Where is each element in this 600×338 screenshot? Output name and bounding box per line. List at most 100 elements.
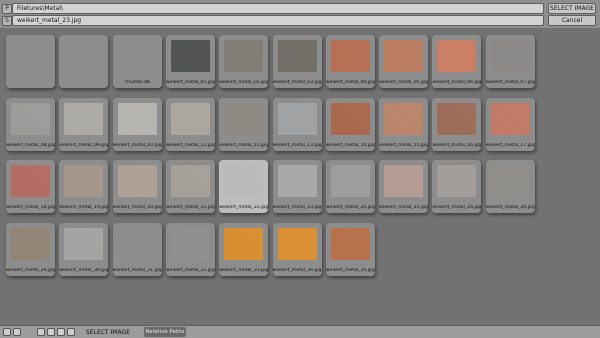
thumbnail-label: weikert_metal_30.jpg bbox=[59, 267, 109, 273]
thumbnail-label: weikert_metal_23.jpg bbox=[272, 205, 322, 210]
image-thumbnail-tile[interactable]: weikert_metal_29.jpg bbox=[6, 222, 55, 276]
image-thumbnail-tile[interactable]: weikert_metal_22.jpg bbox=[219, 160, 269, 213]
thumbnail-image bbox=[330, 40, 370, 72]
image-thumbnail-tile[interactable]: weikert_metal_23.jpg bbox=[272, 160, 322, 213]
thumbnail-label: weikert_metal_08.jpg bbox=[6, 142, 55, 148]
thumbnail-image bbox=[490, 102, 530, 135]
image-thumbnail-tile[interactable]: weikert_metal_31.jpg bbox=[112, 222, 162, 276]
thumbnail-label: weikert_metal_31.jpg bbox=[112, 267, 162, 273]
view-list-icon[interactable] bbox=[37, 328, 45, 336]
thumbnail-image bbox=[277, 227, 317, 260]
relative-paths-toggle[interactable]: Relative Paths bbox=[144, 327, 186, 337]
image-thumbnail-tile[interactable]: weikert_metal_09.jpg bbox=[59, 97, 109, 151]
directory-field[interactable]: Filetures\Metal\ bbox=[12, 3, 544, 14]
thumbnail-image bbox=[170, 102, 210, 135]
thumbnail-image bbox=[64, 165, 104, 197]
thumbnail-image bbox=[490, 165, 530, 197]
thumbnail-image bbox=[437, 165, 477, 197]
image-thumbnail-tile[interactable]: weikert_metal_28.jpg bbox=[485, 160, 535, 213]
thumbnail-label: weikert_metal_24.jpg bbox=[325, 205, 375, 210]
image-thumbnail-tile[interactable]: weikert_metal_17.jpg bbox=[485, 97, 535, 151]
thumbnail-label: weikert_metal_20.jpg bbox=[112, 205, 162, 210]
thumbnail-image bbox=[170, 165, 210, 197]
image-thumbnail-tile[interactable]: weikert_metal_11.jpg bbox=[165, 97, 215, 151]
image-thumbnail-tile[interactable]: weikert_metal_34.jpg bbox=[272, 222, 322, 276]
thumbnail-image bbox=[277, 40, 317, 72]
thumbnail-label: weikert_metal_11.jpg bbox=[165, 142, 215, 148]
thumbnail-image bbox=[117, 227, 157, 260]
folder-tile[interactable] bbox=[6, 35, 55, 88]
image-thumbnail-tile[interactable]: weikert_metal_18.jpg bbox=[6, 160, 55, 213]
thumbnail-image bbox=[170, 227, 210, 260]
thumbnail-label: weikert_metal_17.jpg bbox=[485, 142, 535, 148]
thumbnail-image bbox=[11, 165, 50, 197]
thumbnail-label: weikert_metal_04.jpg bbox=[325, 80, 375, 85]
thumbnail-label: weikert_metal_33.jpg bbox=[219, 267, 269, 273]
image-thumbnail-tile[interactable]: weikert_metal_30.jpg bbox=[59, 222, 109, 276]
thumbnail-image bbox=[170, 40, 210, 72]
image-thumbnail-tile[interactable]: weikert_metal_06.jpg bbox=[432, 35, 482, 88]
select-image-button[interactable]: SELECT IMAGE bbox=[548, 3, 596, 14]
image-thumbnail-tile[interactable]: weikert_metal_07.jpg bbox=[485, 35, 535, 88]
parent-dir-button[interactable]: P bbox=[2, 3, 12, 14]
thumbnail-label: weikert_metal_22.jpg bbox=[219, 205, 269, 210]
thumbnail-label: weikert_metal_26.jpg bbox=[432, 205, 482, 210]
image-thumbnail-tile[interactable]: weikert_metal_14.jpg bbox=[325, 97, 375, 151]
thumbnail-label: Thumbs.db bbox=[124, 80, 150, 85]
image-thumbnail-tile[interactable]: weikert_metal_24.jpg bbox=[325, 160, 375, 213]
thumbnail-image bbox=[11, 102, 50, 135]
image-thumbnail-tile[interactable]: weikert_metal_32.jpg bbox=[165, 222, 215, 276]
image-thumbnail-tile[interactable]: weikert_metal_20.jpg bbox=[112, 160, 162, 213]
image-thumbnail-tile[interactable]: weikert_metal_02.jpg bbox=[219, 35, 269, 88]
image-thumbnail-tile[interactable]: weikert_metal_12.jpg bbox=[219, 97, 269, 151]
thumbnail-label: weikert_metal_02.jpg bbox=[219, 80, 269, 85]
thumbnail-label: weikert_metal_06.jpg bbox=[432, 80, 482, 85]
image-thumbnail-tile[interactable]: weikert_metal_35.jpg bbox=[325, 222, 375, 276]
filename-row: S bbox=[2, 15, 12, 26]
cancel-button[interactable]: Cancel bbox=[548, 15, 596, 26]
directory-row: P bbox=[2, 3, 12, 14]
thumbnail-label: weikert_metal_03.jpg bbox=[272, 80, 322, 85]
thumbnail-image bbox=[224, 227, 264, 260]
thumbnail-image bbox=[384, 40, 424, 72]
image-thumbnail-tile[interactable]: weikert_metal_10.jpg bbox=[112, 97, 162, 151]
image-thumbnail-tile[interactable]: weikert_metal_25.jpg bbox=[379, 160, 429, 213]
folder-tile[interactable]: Thumbs.db bbox=[112, 35, 162, 88]
image-thumbnail-tile[interactable]: weikert_metal_33.jpg bbox=[219, 222, 269, 276]
image-thumbnail-tile[interactable]: weikert_metal_01.jpg bbox=[165, 35, 215, 88]
image-thumbnail-tile[interactable]: weikert_metal_08.jpg bbox=[6, 97, 55, 151]
thumbnail-image bbox=[224, 165, 264, 197]
footer-select-label: SELECT IMAGE bbox=[86, 329, 130, 336]
image-thumbnail-tile[interactable]: weikert_metal_19.jpg bbox=[59, 160, 109, 213]
thumbnail-image bbox=[117, 165, 157, 197]
thumbnail-image bbox=[64, 227, 104, 260]
image-thumbnail-tile[interactable]: weikert_metal_13.jpg bbox=[272, 97, 322, 151]
thumbnail-image bbox=[384, 102, 424, 135]
folder-tile[interactable] bbox=[59, 35, 109, 88]
image-thumbnail-tile[interactable]: weikert_metal_03.jpg bbox=[272, 35, 322, 88]
image-thumbnail-tile[interactable]: weikert_metal_15.jpg bbox=[379, 97, 429, 151]
menu-icon[interactable] bbox=[13, 328, 21, 336]
image-thumbnail-tile[interactable]: weikert_metal_21.jpg bbox=[165, 160, 215, 213]
thumbnail-grid: Thumbs.db weikert_metal_01.jpg weikert_met… bbox=[0, 28, 600, 324]
thumbnail-image bbox=[330, 227, 370, 260]
thumbnail-label: weikert_metal_35.jpg bbox=[325, 267, 375, 273]
thumbnail-image bbox=[330, 102, 370, 135]
thumbnail-image bbox=[330, 165, 370, 197]
image-thumbnail-tile[interactable]: weikert_metal_05.jpg bbox=[379, 35, 429, 88]
thumbnail-label: weikert_metal_29.jpg bbox=[6, 267, 55, 273]
sort-toggle-button[interactable]: S bbox=[2, 15, 12, 26]
filename-field[interactable]: weikert_metal_23.jpg bbox=[12, 15, 544, 26]
filter-icon[interactable] bbox=[67, 328, 75, 336]
thumbnail-image bbox=[224, 40, 264, 72]
thumbnail-image bbox=[490, 40, 530, 72]
blender-logo-icon[interactable] bbox=[3, 328, 11, 336]
image-thumbnail-tile[interactable]: weikert_metal_04.jpg bbox=[325, 35, 375, 88]
image-thumbnail-tile[interactable]: weikert_metal_26.jpg bbox=[432, 160, 482, 213]
thumbnail-label: weikert_metal_25.jpg bbox=[379, 205, 429, 210]
thumbnail-image bbox=[11, 227, 50, 260]
image-thumbnail-tile[interactable]: weikert_metal_16.jpg bbox=[432, 97, 482, 151]
thumbnail-label: weikert_metal_07.jpg bbox=[485, 80, 535, 85]
view-thumbnails-icon[interactable] bbox=[47, 328, 55, 336]
zoom-icon[interactable] bbox=[57, 328, 65, 336]
